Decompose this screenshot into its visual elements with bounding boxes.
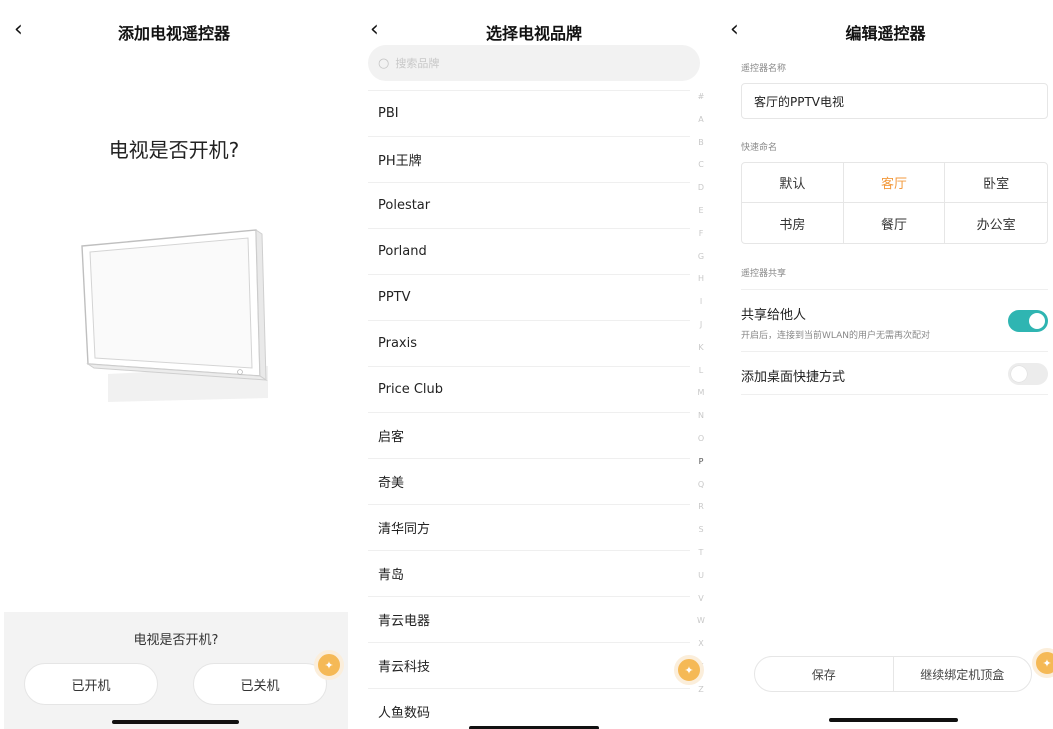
select-brand-screen: ‹ 选择电视品牌 ○ PBIPH王牌PolestarPorlandPPTVPra… bbox=[358, 0, 710, 729]
brand-list-item[interactable]: Price Club bbox=[368, 366, 690, 412]
home-indicator bbox=[829, 718, 958, 722]
index-letter[interactable]: O bbox=[694, 428, 708, 451]
index-letter[interactable]: Q bbox=[694, 474, 708, 497]
index-letter[interactable]: M bbox=[694, 382, 708, 405]
brand-list-item[interactable]: PBI bbox=[368, 90, 690, 136]
index-letter[interactable]: U bbox=[694, 565, 708, 588]
name-section-label: 遥控器名称 bbox=[741, 64, 787, 74]
panel-question: 电视是否开机? bbox=[133, 633, 219, 648]
continue-bind-stb-button[interactable]: 继续绑定机顶盒 bbox=[894, 657, 1032, 691]
index-letter[interactable]: G bbox=[694, 246, 708, 269]
shortcut-title: 添加桌面快捷方式 bbox=[741, 370, 846, 385]
add-remote-screen: ‹ 添加电视遥控器 电视是否开机? 电视是否开机? 已开机 已关机 ✦ bbox=[0, 0, 348, 729]
index-letter[interactable]: K bbox=[694, 337, 708, 360]
quick-name-label: 快速命名 bbox=[741, 143, 778, 153]
index-letter[interactable]: # bbox=[694, 86, 708, 109]
share-title: 共享给他人 bbox=[741, 308, 807, 323]
search-input[interactable] bbox=[395, 56, 656, 70]
index-letter[interactable]: C bbox=[694, 154, 708, 177]
brand-list-item[interactable]: Praxis bbox=[368, 320, 690, 366]
brand-list-item[interactable]: PPTV bbox=[368, 274, 690, 320]
alphabet-index[interactable]: #ABCDEFGHIJKLMNOPQRSTUVWXYZ bbox=[694, 86, 708, 702]
quick-name-option[interactable]: 餐厅 bbox=[844, 203, 946, 243]
brand-list-item[interactable]: 青云电器 bbox=[368, 596, 690, 642]
page-title: 选择电视品牌 bbox=[485, 24, 582, 43]
bottom-actions: 保存 继续绑定机顶盒 bbox=[754, 656, 1032, 692]
brand-list-item[interactable]: 青岛 bbox=[368, 550, 690, 596]
index-letter[interactable]: B bbox=[694, 132, 708, 155]
quick-name-option[interactable]: 默认 bbox=[742, 163, 844, 203]
quick-name-grid: 默认 客厅 卧室书房 餐厅 办公室 bbox=[741, 162, 1048, 244]
tv-illustration-icon bbox=[78, 226, 273, 404]
share-section-label: 遥控器共享 bbox=[741, 269, 787, 279]
index-letter[interactable]: V bbox=[694, 588, 708, 611]
index-letter[interactable]: R bbox=[694, 496, 708, 519]
index-letter[interactable]: J bbox=[694, 314, 708, 337]
home-indicator bbox=[112, 720, 239, 724]
index-letter[interactable]: W bbox=[694, 610, 708, 633]
brand-list-item[interactable]: 奇美 bbox=[368, 458, 690, 504]
search-icon: ○ bbox=[378, 55, 390, 71]
quick-name-option[interactable]: 客厅 bbox=[843, 163, 946, 203]
brand-list-item[interactable]: 清华同方 bbox=[368, 504, 690, 550]
index-letter[interactable]: P bbox=[694, 451, 708, 474]
brand-list: PBI PH王牌 Polestar Porland PPTV Praxis Price Cl… bbox=[368, 90, 690, 729]
share-description: 开启后，连接到当前WLAN的用户无需再次配对 bbox=[741, 331, 931, 341]
remote-name-input[interactable] bbox=[741, 83, 1048, 119]
index-letter[interactable]: E bbox=[694, 200, 708, 223]
assistant-star-icon[interactable]: ✦ bbox=[314, 650, 344, 680]
tv-off-button[interactable]: 已关机 bbox=[193, 663, 327, 705]
page-title: 编辑遥控器 bbox=[845, 24, 926, 43]
brand-list-item[interactable]: PH王牌 bbox=[368, 136, 690, 182]
brand-list-item[interactable]: 人鱼数码 bbox=[368, 688, 690, 729]
index-letter[interactable]: D bbox=[694, 177, 708, 200]
brand-list-item[interactable]: 青云科技 bbox=[368, 642, 690, 688]
index-letter[interactable]: I bbox=[694, 291, 708, 314]
index-letter[interactable]: A bbox=[694, 109, 708, 132]
share-row: 共享给他人 开启后，连接到当前WLAN的用户无需再次配对 bbox=[741, 289, 1048, 351]
share-toggle[interactable] bbox=[1008, 310, 1048, 332]
quick-name-option[interactable]: 卧室 bbox=[945, 163, 1047, 203]
assistant-star-icon[interactable]: ✦ bbox=[674, 655, 704, 685]
quick-name-option[interactable]: 书房 bbox=[742, 203, 844, 243]
index-letter[interactable]: S bbox=[694, 519, 708, 542]
index-letter[interactable]: H bbox=[694, 268, 708, 291]
brand-list-item[interactable]: Polestar bbox=[368, 182, 690, 228]
edit-remote-screen: ‹ 编辑遥控器 遥控器名称 快速命名 默认客厅卧室书房餐厅办公室 遥控器共享 共… bbox=[718, 0, 1053, 729]
shortcut-row: 添加桌面快捷方式 bbox=[741, 351, 1048, 395]
index-letter[interactable]: T bbox=[694, 542, 708, 565]
brand-list-item[interactable]: Porland bbox=[368, 228, 690, 274]
power-state-panel: 电视是否开机? 已开机 已关机 bbox=[4, 612, 348, 729]
quick-name-option[interactable]: 办公室 bbox=[945, 203, 1047, 243]
brand-list-item[interactable]: 启客 bbox=[368, 412, 690, 458]
tv-on-question: 电视是否开机? bbox=[108, 138, 240, 162]
search-bar[interactable]: ○ bbox=[368, 45, 700, 81]
page-title: 添加电视遥控器 bbox=[117, 24, 230, 43]
index-letter[interactable]: L bbox=[694, 360, 708, 383]
index-letter[interactable]: N bbox=[694, 405, 708, 428]
assistant-star-icon[interactable]: ✦ bbox=[1032, 648, 1053, 678]
save-button[interactable]: 保存 bbox=[755, 657, 894, 691]
tv-on-button[interactable]: 已开机 bbox=[24, 663, 158, 705]
index-letter[interactable]: F bbox=[694, 223, 708, 246]
shortcut-toggle[interactable] bbox=[1008, 363, 1048, 385]
index-letter[interactable]: X bbox=[694, 633, 708, 656]
